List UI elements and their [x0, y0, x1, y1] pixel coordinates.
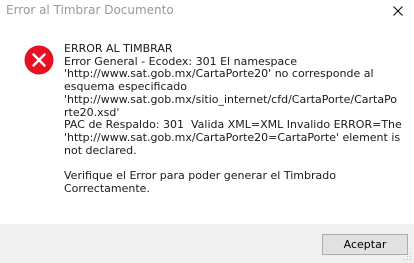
accept-button[interactable]: Aceptar	[322, 234, 408, 255]
window-title: Error al Timbrar Documento	[6, 3, 174, 17]
message-line: Verifique el Error para poder generar el…	[64, 169, 336, 183]
title-bar[interactable]: Error al Timbrar Documento	[0, 0, 414, 22]
error-icon	[24, 45, 54, 75]
close-icon	[393, 6, 403, 16]
close-button[interactable]	[382, 0, 414, 22]
dialog-content: ERROR AL TIMBRAR Error General - Ecodex:…	[0, 22, 414, 224]
message-dialog: Error al Timbrar Documento ERROR AL TIMB…	[0, 0, 414, 263]
resize-grip-icon[interactable]	[402, 251, 412, 261]
button-bar: Aceptar	[0, 224, 414, 263]
message-line: Correctamente.	[64, 181, 150, 195]
message-line: not declared.	[64, 143, 137, 157]
message-line: ERROR AL TIMBRAR	[64, 42, 173, 55]
message-line: esquema especificado	[64, 80, 187, 94]
error-message: ERROR AL TIMBRAR Error General - Ecodex:…	[64, 42, 402, 195]
message-line: 'http://www.sat.gob.mx/sitio_internet/cf…	[64, 92, 398, 106]
message-line: 'http://www.sat.gob.mx/CartaPorte20=Cart…	[64, 130, 401, 144]
